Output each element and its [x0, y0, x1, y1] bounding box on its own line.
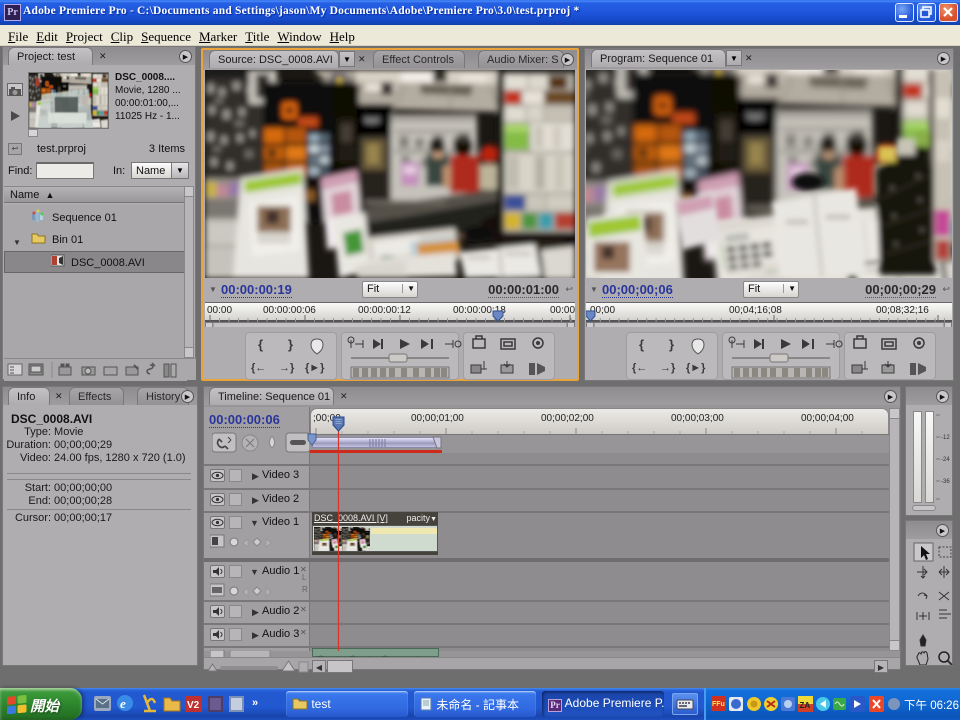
svg-text:V2: V2 [187, 700, 200, 711]
svg-text:→}: →} [660, 362, 676, 374]
svg-text:{←: {← [251, 362, 266, 374]
svg-text:{►}: {►} [686, 362, 706, 374]
svg-text:{: { [639, 337, 644, 352]
svg-text:{←: {← [632, 362, 647, 374]
svg-text:e: e [120, 696, 126, 711]
svg-text:ZA: ZA [800, 701, 811, 710]
svg-text:-24: -24 [941, 457, 950, 463]
svg-text:→}: →} [279, 362, 295, 374]
svg-text:{: { [258, 337, 263, 352]
svg-text:FFu: FFu [712, 701, 725, 708]
svg-text:-36: -36 [941, 479, 950, 485]
svg-text:-12: -12 [941, 435, 950, 441]
svg-text:{►}: {►} [305, 362, 325, 374]
svg-text:}: } [288, 337, 293, 352]
svg-text:»: » [252, 697, 258, 709]
svg-text:}: } [669, 337, 674, 352]
